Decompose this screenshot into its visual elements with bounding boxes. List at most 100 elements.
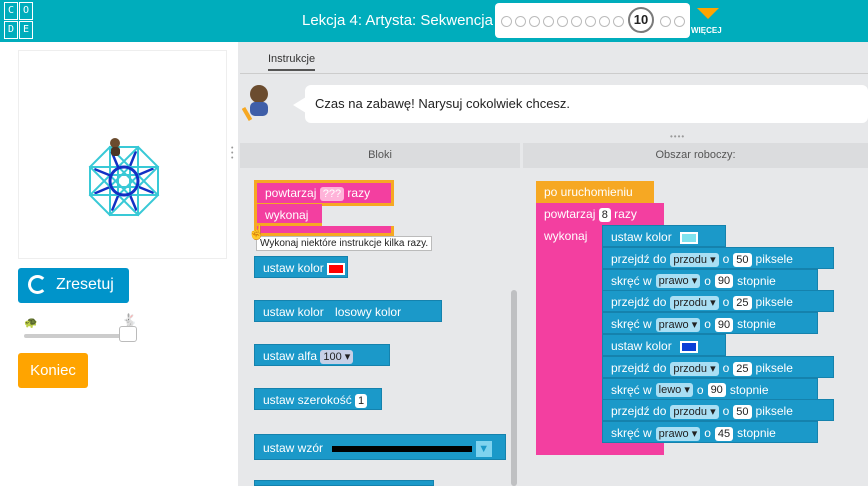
workspace-turn-block[interactable]: skręć w prawo ▾ o 90 stopnie (602, 312, 818, 335)
workspace-color-block[interactable]: ustaw kolor (602, 225, 726, 247)
repeat-label: powtarzaj (265, 186, 317, 200)
level-dot[interactable] (571, 16, 582, 27)
direction-dropdown[interactable]: przodu ▾ (670, 296, 719, 311)
drawing-svg (88, 138, 160, 217)
toolbox-set-pattern-block[interactable]: ustaw wzór ▼ (254, 434, 506, 460)
level-dot[interactable] (674, 16, 685, 27)
logo-letter-c: C (4, 2, 18, 20)
when-run-block[interactable]: po uruchomieniu (536, 181, 654, 203)
reset-button[interactable]: Zresetuj (18, 268, 129, 303)
unit-label: piksele (755, 295, 793, 310)
workspace-move-block[interactable]: przejdź do przodu ▾ o 50 piksele (602, 399, 834, 422)
workspace-repeat-block[interactable]: powtarzaj 8 razy (536, 203, 664, 225)
workspace-move-block[interactable]: przejdź do przodu ▾ o 25 piksele (602, 355, 834, 378)
value-input[interactable]: 90 (714, 274, 734, 289)
finish-button[interactable]: Koniec (18, 353, 88, 388)
direction-dropdown[interactable]: prawo ▾ (655, 427, 701, 442)
level-dot[interactable] (557, 16, 568, 27)
workspace-move-block[interactable]: przejdź do przodu ▾ o 50 piksele (602, 246, 834, 269)
level-dot[interactable] (543, 16, 554, 27)
toolbox-set-width-block[interactable]: ustaw szerokość 1 (254, 388, 382, 410)
logo-letter-d: D (4, 21, 18, 39)
value-input[interactable]: 25 (733, 361, 752, 376)
logo-empty (34, 2, 48, 20)
direction-dropdown[interactable]: prawo ▾ (655, 318, 701, 333)
direction-dropdown[interactable]: lewo ▾ (655, 383, 693, 398)
block-label: ustaw kolor (611, 339, 672, 353)
direction-dropdown[interactable]: przodu ▾ (670, 405, 719, 420)
current-level[interactable]: 10 (628, 7, 654, 33)
toolbox-set-alpha-block[interactable]: ustaw alfa 100 ▾ (254, 344, 390, 366)
level-dot[interactable] (585, 16, 596, 27)
color-swatch[interactable] (679, 340, 698, 353)
direction-dropdown[interactable]: przodu ▾ (670, 361, 719, 376)
o-label: o (722, 295, 730, 310)
o-label: o (696, 382, 704, 397)
block-label: skręć w (611, 382, 652, 397)
level-dot[interactable] (660, 16, 671, 27)
color-swatch[interactable] (679, 231, 698, 244)
vertical-resize-grip-icon[interactable]: • • • (231, 145, 237, 164)
toolbox-set-random-color-block[interactable]: ustaw kolor losowy kolor (254, 300, 442, 322)
value-input[interactable]: 50 (733, 405, 752, 420)
toolbox-scrollbar[interactable] (511, 290, 517, 486)
toolbox-repeat-footer (254, 226, 394, 236)
unit-label: piksele (755, 404, 793, 419)
o-label: o (722, 404, 730, 419)
value-input[interactable]: 90 (714, 318, 734, 333)
set-pattern-label: ustaw wzór (263, 441, 324, 455)
unit-label: stopnie (729, 382, 769, 397)
tab-instructions[interactable]: Instrukcje (268, 53, 316, 71)
toolbox-set-color-block[interactable]: ustaw kolor (254, 256, 348, 278)
workspace-turn-block[interactable]: skręć w prawo ▾ o 45 stopnie (602, 421, 818, 444)
level-dot[interactable] (599, 16, 610, 27)
workspace-turn-block[interactable]: skręć w lewo ▾ o 90 stopnie (602, 377, 818, 400)
more-label[interactable]: WIĘCEJ (691, 26, 722, 35)
level-dot[interactable] (529, 16, 540, 27)
ws-repeat-suffix: razy (614, 207, 637, 221)
block-label: przejdź do (611, 360, 667, 375)
workspace-turn-block[interactable]: skręć w prawo ▾ o 90 stopnie (602, 268, 818, 291)
unit-label: stopnie (737, 273, 776, 288)
panel-headers: Bloki Obszar roboczy: (240, 143, 868, 168)
ws-repeat-label: powtarzaj (544, 207, 596, 221)
o-label: o (704, 426, 711, 441)
unit-label: piksele (755, 360, 793, 375)
direction-dropdown[interactable]: przodu ▾ (670, 252, 719, 267)
alpha-dropdown[interactable]: 100 ▾ (320, 349, 354, 364)
reset-icon (28, 275, 47, 294)
level-dot[interactable] (613, 16, 624, 27)
workspace-move-block[interactable]: przejdź do przodu ▾ o 25 piksele (602, 290, 834, 313)
workspace-color-block[interactable]: ustaw kolor (602, 334, 726, 356)
toolbox-repeat-do[interactable]: wykonaj (254, 204, 322, 226)
workspace-header: Obszar roboczy: (523, 143, 868, 168)
value-input[interactable]: 50 (733, 252, 752, 267)
color-swatch-red[interactable] (327, 262, 346, 275)
code-logo[interactable]: C O D E (4, 2, 48, 40)
o-label: o (722, 251, 730, 266)
workspace: po uruchomieniu powtarzaj 8 razy wykonaj… (523, 168, 868, 486)
o-label: o (722, 360, 730, 375)
speed-slider-handle[interactable] (119, 326, 137, 342)
block-label: skręć w (611, 317, 652, 332)
lesson-title: Lekcja 4: Artysta: Sekwencja (302, 12, 493, 29)
value-input[interactable]: 25 (733, 296, 752, 311)
value-input[interactable]: 45 (714, 427, 734, 442)
repeat-count-input[interactable]: ??? (319, 186, 345, 201)
ws-repeat-count[interactable]: 8 (598, 207, 611, 222)
level-dot[interactable] (515, 16, 526, 27)
logo-letter-e: E (19, 21, 33, 39)
resize-grip-icon[interactable]: •••• (670, 133, 686, 141)
set-alpha-label: ustaw alfa (263, 349, 318, 363)
pattern-dropdown-icon[interactable]: ▼ (475, 440, 492, 457)
width-input[interactable]: 1 (355, 393, 368, 408)
block-label: przejdź do (611, 251, 667, 266)
instructions-text: Czas na zabawę! Narysuj cokolwiek chcesz… (315, 96, 571, 111)
toolbox-next-block[interactable] (254, 480, 434, 486)
direction-dropdown[interactable]: prawo ▾ (655, 274, 701, 289)
toolbox-repeat-block[interactable]: powtarzaj ??? razy (254, 180, 394, 206)
level-dot[interactable] (501, 16, 512, 27)
when-run-label: po uruchomieniu (544, 185, 633, 199)
value-input[interactable]: 90 (707, 383, 726, 398)
more-chevron-icon[interactable] (697, 8, 719, 19)
